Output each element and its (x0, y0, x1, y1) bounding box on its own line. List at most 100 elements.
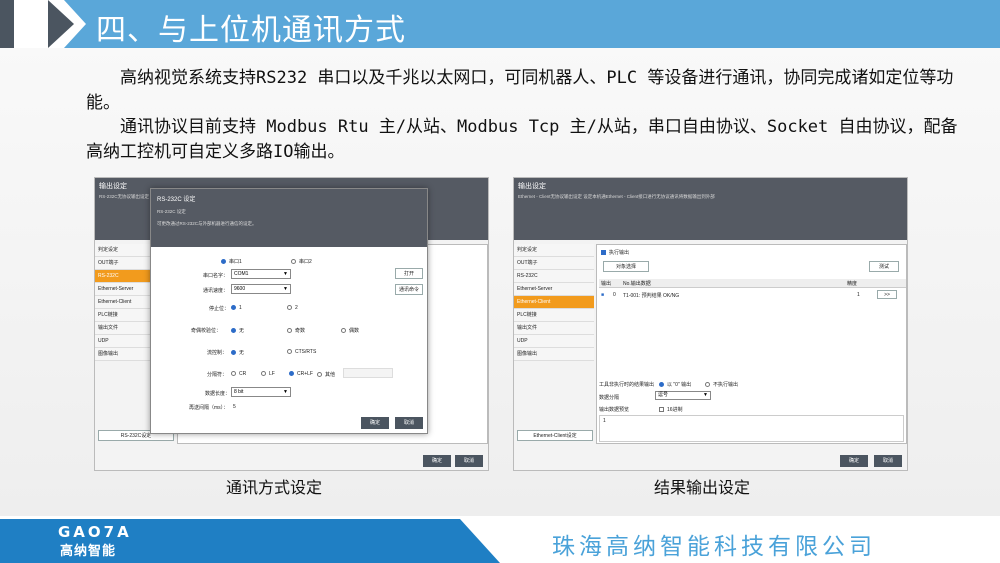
dialog-subtitle: RS-232C 设定 (157, 209, 186, 214)
window-header: 输出设定 Ethernet - Client无协议输出设定 设定本机通Ether… (514, 178, 907, 240)
sidebar-menu: 判定设定 OUT端子 RS-232C Ethernet-Server Ether… (514, 244, 594, 361)
cancel-button[interactable]: 取消 (874, 455, 902, 467)
dialog-header: RS-232C 设定 RS-232C 设定 可更改通过RS-232C与外部机器进… (151, 189, 427, 247)
parity-none-radio[interactable]: 无 (231, 327, 244, 334)
parity-even-radio[interactable]: 偶数 (341, 327, 359, 334)
port2-label: 串口2 (299, 259, 312, 265)
stop-2-radio[interactable]: 2 (287, 305, 298, 311)
separator-label: 数据分隔 (599, 395, 620, 401)
baud-select[interactable]: 9600 ▼ (231, 284, 291, 294)
row-precision: 1 (857, 292, 860, 298)
dialog-ok-button[interactable]: 确定 (361, 417, 389, 429)
retry-interval-label: 再送间隔（ms）： (189, 405, 229, 411)
ok-button[interactable]: 确定 (423, 455, 451, 467)
exec-output-checkbox[interactable]: 执行输出 (601, 249, 629, 256)
radio-on-icon (231, 328, 236, 334)
chevron-down-icon: ▼ (283, 271, 288, 277)
ng-zero-radio[interactable]: 以 "0" 输出 (659, 381, 691, 388)
row-no: 0 (613, 292, 616, 298)
delim-other-label: 其他 (325, 372, 336, 378)
radio-off-icon (705, 382, 710, 388)
table-header: 输出 No.输出数据 精度 (599, 279, 906, 288)
hex-checkbox[interactable]: 16进制 (659, 406, 683, 413)
parity-none-label: 无 (239, 328, 245, 334)
stop-1-radio[interactable]: 1 (231, 305, 242, 311)
port-name-select[interactable]: COM1 ▼ (231, 269, 291, 279)
radio-on-icon (289, 371, 294, 377)
delim-cr-radio[interactable]: CR (231, 371, 246, 377)
sidebar-item[interactable]: 判定设定 (514, 244, 594, 257)
radio-on-icon (231, 350, 236, 356)
sidebar-item[interactable]: UDP (514, 335, 594, 348)
radio-off-icon (287, 328, 292, 334)
sidebar-item[interactable]: RS-232C (514, 270, 594, 283)
sidebar-item[interactable]: 图像输出 (514, 348, 594, 361)
separator-select[interactable]: 逗号 ▼ (655, 391, 711, 400)
radio-on-icon (221, 259, 226, 265)
delim-lf-label: LF (269, 371, 275, 377)
ng-output-label: 工具非执行时的结果输出 (599, 382, 655, 388)
retry-interval-value[interactable]: 5 (233, 404, 236, 410)
sidebar-item[interactable]: OUT端子 (514, 257, 594, 270)
stop-bit-label: 停止位： (209, 306, 230, 312)
screenshot-result-output-settings: 输出设定 Ethernet - Client无协议输出设定 设定本机通Ether… (513, 177, 908, 471)
header-chevron (48, 0, 74, 48)
ng-zero-label: 以 "0" 输出 (667, 382, 692, 388)
checkbox-empty-icon (659, 407, 664, 413)
data-length-label: 数据长度： (205, 391, 231, 397)
company-name: 珠海高纳智能科技有限公司 (552, 534, 876, 560)
sidebar-item[interactable]: 输出文件 (514, 322, 594, 335)
command-button[interactable]: 通讯命令 (395, 284, 423, 295)
ng-skip-label: 不执行输出 (713, 382, 739, 388)
flow-none-radio[interactable]: 无 (231, 349, 244, 356)
col-no: No.输出数据 (623, 281, 651, 287)
chevron-down-icon: ▼ (283, 389, 288, 395)
delim-lf-radio[interactable]: LF (261, 371, 275, 377)
col-output: 输出 (601, 281, 612, 287)
chevron-down-icon: ▼ (703, 392, 708, 398)
ng-skip-radio[interactable]: 不执行输出 (705, 381, 738, 388)
paragraph-2: 通讯协议目前支持 Modbus Rtu 主/从站、Modbus Tcp 主/从站… (86, 117, 958, 162)
port1-radio[interactable]: 串口1 (221, 258, 242, 265)
radio-off-icon (317, 372, 322, 378)
slide-title: 四、与上位机通讯方式 (96, 13, 406, 48)
port2-radio[interactable]: 串口2 (291, 258, 312, 265)
port-name-value: COM1 (234, 271, 249, 277)
delim-other-radio[interactable]: 其他 (317, 371, 335, 378)
row-data: T1-001: 预判结果 OK/NG (623, 293, 680, 299)
ok-button[interactable]: 确定 (840, 455, 868, 467)
table-row[interactable]: ■ 0 T1-001: 预判结果 OK/NG 1 >> (599, 290, 906, 300)
data-length-select[interactable]: 8 bit ▼ (231, 387, 291, 397)
parity-odd-radio[interactable]: 奇数 (287, 327, 305, 334)
stop-2-label: 2 (295, 305, 298, 311)
window-title: 输出设定 (99, 183, 127, 190)
radio-off-icon (341, 328, 346, 334)
company-logo: GAO7A (58, 523, 132, 541)
radio-off-icon (261, 371, 266, 377)
dialog-cancel-button[interactable]: 取消 (395, 417, 423, 429)
open-button[interactable]: 打开 (395, 268, 423, 279)
paragraph-1: 高纳视觉系统支持RS232 串口以及千兆以太网口，可同机器人、PLC 等设备进行… (86, 68, 954, 113)
flow-cts-radio[interactable]: CTS/RTS (287, 349, 316, 355)
object-select-button[interactable]: 对象选择 (603, 261, 649, 272)
row-expand-button[interactable]: >> (877, 290, 897, 299)
ethernet-client-settings-button[interactable]: Ethernet-Client设定 (517, 430, 593, 441)
preview-label: 输出数据预览 (599, 407, 630, 413)
sidebar-item[interactable]: PLC链接 (514, 309, 594, 322)
company-logo-cn: 高纳智能 (60, 544, 117, 559)
parity-label: 奇偶校验位： (191, 328, 222, 334)
separator-value: 逗号 (658, 392, 669, 398)
sidebar-item[interactable]: Ethernet-Server (514, 283, 594, 296)
test-button[interactable]: 测试 (869, 261, 899, 272)
delim-crlf-radio[interactable]: CR+LF (289, 371, 313, 377)
row-checkbox-icon: ■ (601, 292, 605, 298)
radio-on-icon (659, 382, 664, 388)
cancel-button[interactable]: 取消 (455, 455, 483, 467)
port-name-label: 串口名字： (203, 273, 229, 279)
baud-label: 通讯速度： (203, 288, 229, 294)
sidebar-item-active[interactable]: Ethernet-Client (514, 296, 594, 309)
baud-value: 9600 (234, 286, 246, 292)
checkbox-checked-icon (601, 250, 606, 256)
delimiter-other-input[interactable] (343, 368, 393, 378)
parity-even-label: 偶数 (349, 328, 360, 334)
